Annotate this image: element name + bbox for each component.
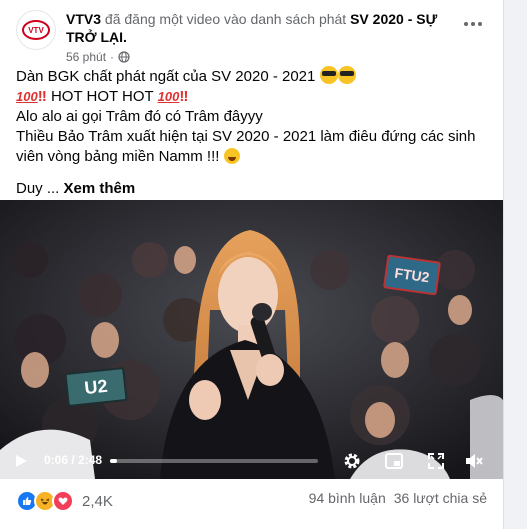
video-time: 0:06 / 2:48: [44, 453, 103, 467]
picture-in-picture-icon[interactable]: [384, 451, 404, 471]
love-icon: [52, 490, 74, 512]
facebook-post: VTV VTV3 đã đăng một video vào danh sách…: [0, 0, 504, 529]
duration: 2:48: [78, 453, 103, 467]
sunglasses-emoji-icon: [319, 66, 338, 84]
message-line-1: Dàn BGK chất phát ngất của SV 2020 - 202…: [16, 66, 486, 87]
sunglasses-emoji-icon: [337, 66, 356, 84]
hundred-emoji-icon: 100: [16, 89, 38, 104]
reaction-count[interactable]: 2,4K: [82, 493, 113, 510]
message-line-4: Thiều Bảo Trâm xuất hiện tại SV 2020 - 2…: [16, 128, 476, 165]
play-icon[interactable]: [14, 454, 28, 468]
svg-text:VTV: VTV: [28, 26, 44, 35]
message-line-2: 100‼ HOT HOT HOT 100‼: [16, 88, 189, 105]
video-controls: 0:06 / 2:48: [0, 441, 503, 479]
progress-fill: [110, 459, 118, 463]
message-line-5: Duy ... Xem thêm: [16, 180, 136, 197]
crowd-sign-u2: U2: [64, 366, 128, 408]
message-line-3: Alo alo ai gọi Trâm đó có Trâm đâyyy: [16, 108, 263, 125]
video-frame: [0, 200, 503, 479]
see-more-link[interactable]: Xem thêm: [64, 180, 136, 197]
shares-count[interactable]: 36 lượt chia sẻ: [394, 490, 487, 506]
double-exclamation-icon: ‼: [37, 88, 47, 105]
double-exclamation-icon: ‼: [179, 88, 189, 105]
timestamp[interactable]: 56 phút: [66, 50, 106, 64]
globe-icon: [118, 51, 130, 63]
fullscreen-icon[interactable]: [426, 451, 446, 471]
hundred-emoji-icon: 100: [157, 89, 180, 104]
comments-count[interactable]: 94 bình luận: [309, 490, 386, 506]
grin-emoji-icon: [223, 148, 240, 164]
video-player[interactable]: U2 FTU2 0:06 / 2:48: [0, 200, 503, 479]
post-stats: 94 bình luận 36 lượt chia sẻ: [309, 490, 487, 506]
settings-icon[interactable]: [342, 451, 362, 471]
action-text: đã đăng một video vào danh sách phát: [104, 11, 347, 27]
more-options-icon[interactable]: [457, 12, 489, 36]
reactions-summary[interactable]: 2,4K: [16, 490, 113, 512]
crowd-sign-ftu2: FTU2: [382, 254, 442, 296]
avatar[interactable]: VTV: [16, 10, 56, 50]
progress-bar[interactable]: [110, 459, 318, 463]
vtv3-logo-icon: VTV: [22, 20, 50, 40]
post-meta: 56 phút ·: [66, 50, 130, 64]
page-name-link[interactable]: VTV3: [66, 11, 101, 27]
current-time: 0:06: [44, 453, 69, 467]
dot-separator: ·: [110, 50, 115, 64]
post-header: VTV VTV3 đã đăng một video vào danh sách…: [16, 10, 489, 64]
volume-icon[interactable]: [464, 451, 484, 471]
post-title: VTV3 đã đăng một video vào danh sách phá…: [66, 10, 456, 46]
post-footer: 2,4K 94 bình luận 36 lượt chia sẻ: [16, 487, 487, 513]
post-message: Dàn BGK chất phát ngất của SV 2020 - 202…: [16, 66, 486, 199]
